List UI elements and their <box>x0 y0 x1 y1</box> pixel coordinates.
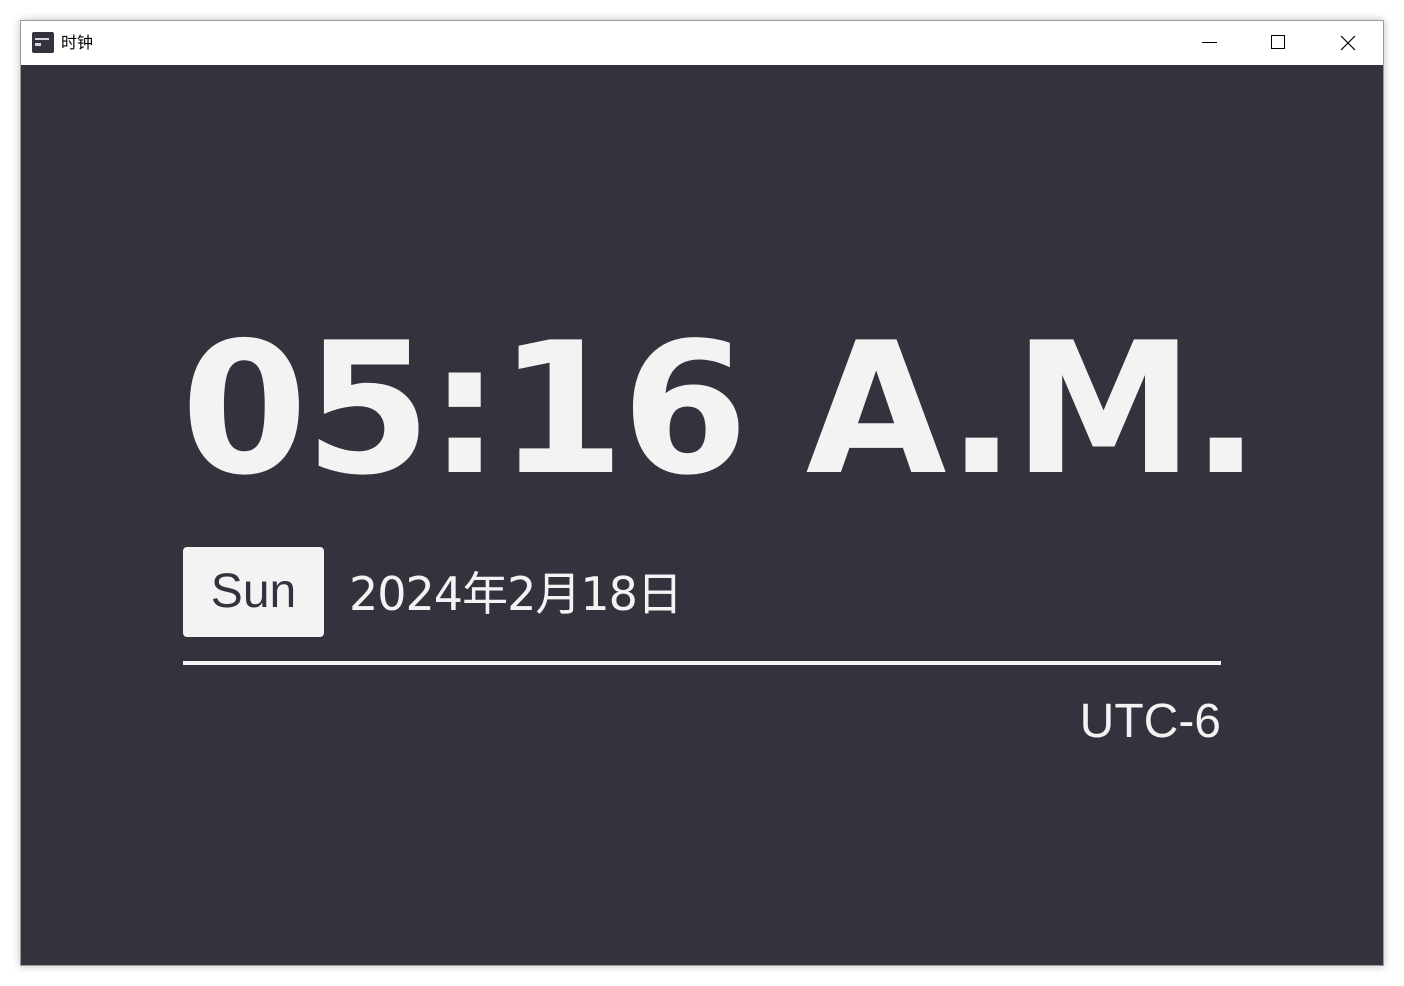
weekday-badge: Sun <box>183 547 324 637</box>
divider <box>183 661 1221 665</box>
date-label: 2024年2月18日 <box>349 567 683 621</box>
clock-time: 05:16 A.M. <box>181 303 1260 515</box>
window-title: 时钟 <box>61 33 94 52</box>
close-icon <box>1340 35 1356 51</box>
maximize-button[interactable] <box>1243 21 1313 65</box>
minimize-button[interactable] <box>1173 21 1243 65</box>
close-button[interactable] <box>1313 21 1383 65</box>
minimize-icon <box>1202 42 1217 43</box>
title-bar[interactable]: 时钟 <box>21 21 1383 65</box>
timezone-label: UTC-6 <box>1079 695 1221 748</box>
app-icon <box>32 32 54 53</box>
clock-window: 时钟 05:16 A.M. Sun 2024年2月18日 UTC-6 <box>20 20 1384 966</box>
maximize-icon <box>1271 35 1285 49</box>
